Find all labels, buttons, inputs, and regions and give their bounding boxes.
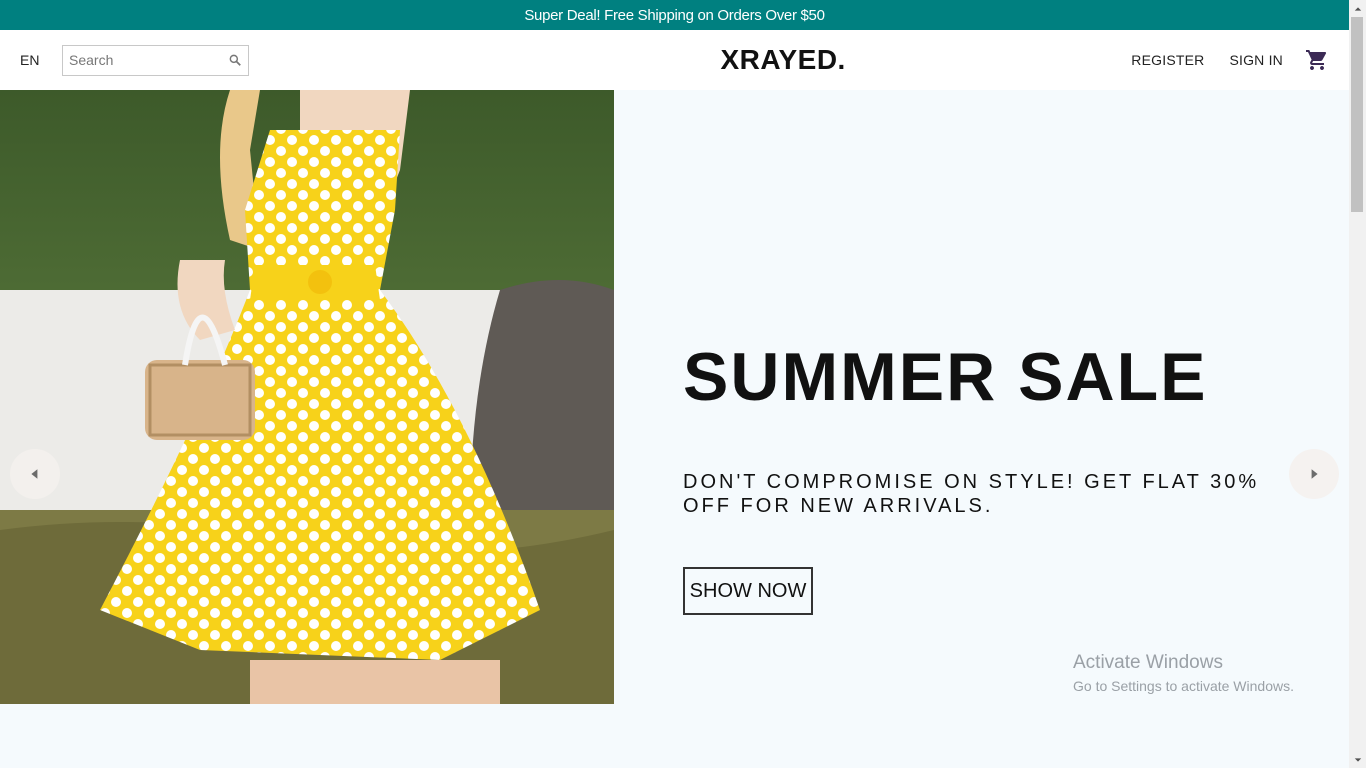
page: Super Deal! Free Shipping on Orders Over… [0, 0, 1366, 768]
scroll-down-arrow-icon[interactable] [1349, 751, 1366, 768]
sign-in-link[interactable]: SIGN IN [1229, 52, 1283, 68]
nav-center: XRAYED. [460, 44, 1106, 76]
vertical-scrollbar[interactable] [1349, 0, 1366, 768]
nav-left: EN [0, 44, 540, 76]
announcement-text: Super Deal! Free Shipping on Orders Over… [524, 6, 825, 24]
search-input[interactable] [69, 52, 219, 68]
hero-description: DON'T COMPROMISE ON STYLE! GET FLAT 30% … [683, 471, 1260, 517]
hero-title: SUMMER SALE [683, 339, 1208, 415]
activate-windows-title: Activate Windows [1073, 652, 1223, 673]
site-logo[interactable]: XRAYED. [720, 44, 845, 76]
arrow-right-icon [1311, 469, 1318, 479]
cart-icon[interactable] [1305, 48, 1329, 72]
register-link[interactable]: REGISTER [1131, 52, 1204, 68]
nav-right: REGISTER SIGN IN [1106, 48, 1349, 72]
scroll-thumb[interactable] [1351, 17, 1363, 212]
navbar: EN XRAYED. REGISTER SIGN IN [0, 30, 1349, 90]
scroll-up-arrow-icon[interactable] [1349, 0, 1366, 17]
language-selector[interactable]: EN [20, 52, 62, 68]
announcement-bar: Super Deal! Free Shipping on Orders Over… [0, 0, 1349, 30]
search-icon[interactable] [228, 53, 242, 67]
slider-prev-button[interactable] [10, 449, 60, 499]
hero-image [0, 90, 614, 704]
dress-photo [0, 90, 614, 704]
below-hero-section [0, 704, 1349, 768]
activate-windows-watermark: Activate Windows Go to Settings to activ… [1073, 652, 1294, 694]
arrow-left-icon [31, 469, 38, 479]
activate-windows-subtitle: Go to Settings to activate Windows. [1073, 678, 1294, 694]
hero-slider: SUMMER SALE DON'T COMPROMISE ON STYLE! G… [0, 90, 1349, 704]
search-box[interactable] [62, 44, 249, 76]
show-now-button[interactable]: SHOW NOW [683, 567, 813, 615]
slider-next-button[interactable] [1289, 449, 1339, 499]
